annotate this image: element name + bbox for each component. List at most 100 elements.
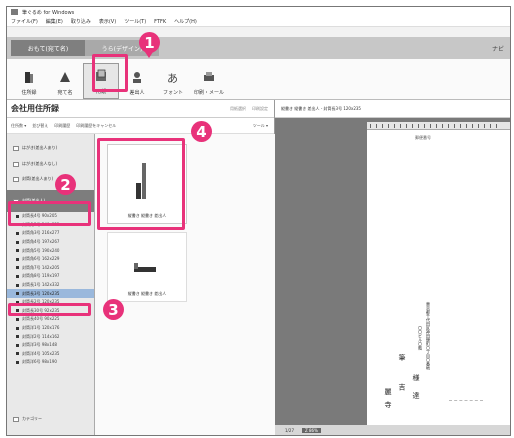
envelope-icon bbox=[13, 176, 19, 182]
tool-sender[interactable]: 差出人 bbox=[119, 63, 155, 99]
envelope-size-label: 封筒長3号 120x235 bbox=[22, 290, 60, 296]
envelope-size-item[interactable]: 封筒長4号 90x205 bbox=[7, 212, 94, 221]
envelope-size-icon bbox=[16, 214, 19, 218]
tools-dropdown[interactable]: ツール ▾ bbox=[253, 123, 268, 129]
ribbon-toolbar: 住所録 宛て名 用紙 差出人 あ フォント 印刷・メール bbox=[7, 59, 510, 100]
envelope-size-item[interactable]: 封筒長30号 92x235 bbox=[7, 307, 94, 316]
title-bar: 筆ぐるめ for Windows bbox=[7, 7, 510, 17]
preview-address: 東京都千代田区神田錦町〇丁目〇番地 bbox=[426, 302, 431, 370]
category-postcard-no-sender[interactable]: はがき(差出人なし) bbox=[7, 156, 94, 172]
category-envelope-with-sender[interactable]: 封筒(差出人あり) bbox=[7, 172, 94, 186]
envelope-icon bbox=[13, 198, 19, 204]
paper-category-list: はがき(差出人あり) はがき(差出人なし) 封筒(差出人あり) 封筒(差出人) … bbox=[7, 134, 95, 435]
layout-thumb-2[interactable]: 縦書き 縦書き 差出人 bbox=[107, 232, 187, 302]
envelope-size-icon bbox=[16, 223, 19, 227]
envelope-size-icon bbox=[16, 317, 19, 321]
callout-badge-1: 1 bbox=[139, 32, 160, 53]
envelope-size-item[interactable]: 封筒角2号 240x332 bbox=[7, 221, 94, 230]
tool-font[interactable]: あ フォント bbox=[155, 63, 191, 99]
envelope-size-icon bbox=[16, 326, 19, 330]
print-settings-action[interactable]: 印刷設定 bbox=[252, 106, 268, 112]
envelope-size-icon bbox=[16, 266, 19, 270]
envelope-size-icon bbox=[16, 292, 19, 296]
cancel-history-button[interactable]: 印刷履歴をキャンセル bbox=[76, 123, 116, 129]
callout-badge-3: 3 bbox=[103, 299, 124, 320]
app-icon bbox=[11, 9, 18, 15]
category-footer[interactable]: カテゴリー bbox=[7, 412, 94, 426]
zoom-control[interactable]: Z 86% bbox=[301, 428, 321, 433]
layout-thumb-1[interactable]: 縦書き 縦書き 差出人 bbox=[107, 144, 187, 224]
tool-address-book[interactable]: 住所録 bbox=[11, 63, 47, 99]
menu-tools[interactable]: ツール(T) bbox=[124, 18, 146, 25]
folder-icon bbox=[13, 416, 19, 422]
envelope-size-label: 封筒角2号 240x332 bbox=[22, 221, 60, 227]
preview-header: 縦書き 縦書き 差出人 - 封筒長3号 120x235 bbox=[275, 100, 510, 118]
paper-icon bbox=[96, 69, 106, 81]
menu-extra[interactable]: FTFK bbox=[154, 19, 166, 25]
category-envelope-sender[interactable]: 封筒(差出人) bbox=[7, 190, 94, 212]
address-book-pane: 会社用住所録 用紙選択 印刷設定 住所数 ▾ 並び替え 印刷履歴 印刷履歴をキャ… bbox=[7, 100, 275, 435]
envelope-size-item[interactable]: 封筒角8号 119x197 bbox=[7, 272, 94, 281]
menu-view[interactable]: 表示(V) bbox=[99, 18, 116, 25]
address-icon bbox=[60, 72, 70, 82]
menu-import[interactable]: 取り込み bbox=[71, 18, 91, 25]
category-postcard-with-sender[interactable]: はがき(差出人あり) bbox=[7, 140, 94, 156]
preview-ruler bbox=[367, 122, 510, 130]
envelope-size-item[interactable]: 封筒角6号 162x229 bbox=[7, 255, 94, 264]
envelope-size-list: 封筒長4号 90x205 封筒角2号 240x332 封筒角3号 216x277 封筒… bbox=[7, 212, 94, 367]
print-history-button[interactable]: 印刷履歴 bbox=[54, 123, 70, 129]
envelope-preview: 郵便番号 東京都千代田区神田錦町〇丁目〇番地 〇〇ビル〇階 筆 吉 様 麗寺 達 bbox=[367, 130, 510, 428]
app-window: 筆ぐるめ for Windows ファイル(F) 編集(E) 取り込み 表示(V… bbox=[6, 6, 511, 436]
envelope-size-icon bbox=[16, 249, 19, 253]
preview-status-bar: 1/27 Z 86% bbox=[275, 425, 510, 435]
envelope-size-item[interactable]: 封筒洋2号 114x162 bbox=[7, 332, 94, 341]
menu-file[interactable]: ファイル(F) bbox=[11, 18, 38, 25]
navi-button[interactable]: ナビ bbox=[492, 44, 504, 53]
preview-guide-line bbox=[449, 400, 483, 401]
preview-honorific: 様 bbox=[412, 374, 420, 381]
tool-paper[interactable]: 用紙 bbox=[83, 63, 119, 99]
envelope-size-item[interactable]: 封筒角7号 142x205 bbox=[7, 264, 94, 273]
sender-icon bbox=[133, 72, 141, 83]
thumb-address-mark bbox=[142, 163, 146, 199]
envelope-size-label: 封筒長1号 142x332 bbox=[22, 282, 60, 288]
envelope-size-icon bbox=[16, 283, 19, 287]
sort-button[interactable]: 並び替え bbox=[32, 123, 48, 129]
tab-omote[interactable]: おもて(宛て名) bbox=[11, 40, 85, 56]
envelope-size-item[interactable]: 封筒洋1号 120x176 bbox=[7, 324, 94, 333]
select-paper-action[interactable]: 用紙選択 bbox=[230, 106, 246, 112]
address-book-icon bbox=[25, 72, 33, 83]
envelope-size-icon bbox=[16, 360, 19, 364]
tab-bar: おもて(宛て名) うら(デザイン) ナビ bbox=[7, 37, 510, 59]
envelope-size-label: 封筒角3号 216x277 bbox=[22, 230, 60, 236]
menu-help[interactable]: ヘルプ(H) bbox=[174, 18, 197, 25]
envelope-size-label: 封筒長40号 90x225 bbox=[22, 316, 60, 322]
envelope-size-label: 封筒長2号 120x235 bbox=[22, 299, 60, 305]
envelope-size-item[interactable]: 封筒長1号 142x332 bbox=[7, 281, 94, 290]
address-count-dropdown[interactable]: 住所数 ▾ bbox=[11, 123, 26, 129]
svg-text:あ: あ bbox=[167, 72, 178, 84]
envelope-size-item[interactable]: 封筒長40号 90x225 bbox=[7, 315, 94, 324]
preview-building: 〇〇ビル〇階 bbox=[418, 326, 423, 350]
preview-recipient-name: 筆 吉 bbox=[398, 354, 406, 401]
postcard-icon bbox=[13, 161, 19, 167]
pane-title: 会社用住所録 bbox=[11, 104, 59, 113]
envelope-size-label: 封筒長30号 92x235 bbox=[22, 307, 60, 313]
envelope-size-item[interactable]: 封筒長2号 120x235 bbox=[7, 298, 94, 307]
envelope-size-item[interactable]: 封筒洋3号 98x148 bbox=[7, 341, 94, 350]
tool-address[interactable]: 宛て名 bbox=[47, 63, 83, 99]
envelope-size-item[interactable]: 封筒角3号 216x277 bbox=[7, 229, 94, 238]
envelope-size-item[interactable]: 封筒角4号 197x267 bbox=[7, 238, 94, 247]
envelope-size-icon bbox=[16, 231, 19, 235]
tool-print[interactable]: 印刷・メール bbox=[191, 63, 227, 99]
envelope-size-label: 封筒角7号 142x205 bbox=[22, 264, 60, 270]
envelope-size-item[interactable]: 封筒角5号 190x240 bbox=[7, 246, 94, 255]
envelope-size-item[interactable]: 封筒長3号 120x235 bbox=[7, 289, 94, 298]
envelope-size-label: 封筒洋2号 114x162 bbox=[22, 333, 60, 339]
menu-edit[interactable]: 編集(E) bbox=[46, 18, 63, 25]
postcard-icon bbox=[13, 145, 19, 151]
envelope-size-label: 封筒長4号 90x205 bbox=[22, 213, 57, 219]
envelope-size-item[interactable]: 封筒洋4号 105x235 bbox=[7, 350, 94, 359]
envelope-size-item[interactable]: 封筒洋6号 98x190 bbox=[7, 358, 94, 367]
envelope-size-icon bbox=[16, 335, 19, 339]
